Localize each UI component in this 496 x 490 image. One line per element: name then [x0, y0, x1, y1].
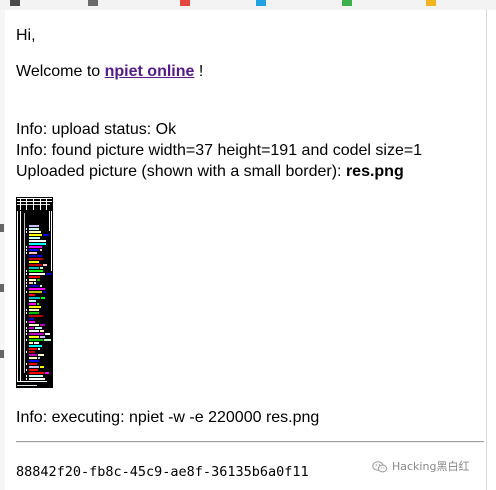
separator — [16, 441, 484, 443]
bookmark-favicon-icon — [342, 0, 352, 6]
greeting: Hi, — [16, 27, 36, 44]
welcome-prefix: Welcome to — [16, 63, 105, 80]
program-output: 88842f20-fb8c-45c9-ae8f-36135b6a0f11 — [16, 464, 309, 480]
edge-glyph — [0, 284, 4, 292]
browser-bookmarks-bar-clipped — [0, 0, 496, 10]
edge-glyph — [0, 350, 4, 358]
wechat-icon — [372, 461, 388, 473]
info-picture-dimensions: Info: found picture width=37 height=191 … — [16, 142, 423, 159]
piet-program-image — [16, 197, 53, 388]
info-upload-status: Info: upload status: Ok — [16, 121, 177, 138]
bookmark-favicon-icon — [426, 0, 436, 6]
watermark: Hacking黑白红 — [372, 458, 469, 476]
watermark-text: Hacking黑白红 — [392, 460, 470, 473]
welcome-line: Welcome to npiet online ! — [16, 62, 203, 82]
bookmark-favicon-icon — [88, 0, 98, 6]
bookmark-favicon-icon — [10, 0, 20, 6]
uploaded-label: Uploaded picture (shown with a small bor… — [16, 163, 346, 180]
npiet-online-link[interactable]: npiet online — [105, 63, 195, 80]
adjacent-window-edge — [0, 10, 5, 490]
uploaded-picture-thumbnail — [16, 197, 53, 388]
uploaded-filename: res.png — [345, 163, 404, 180]
edge-glyph — [0, 224, 4, 232]
window-edge-rule — [486, 10, 487, 490]
bookmark-favicon-icon — [256, 0, 266, 6]
welcome-suffix: ! — [194, 63, 204, 80]
bookmark-favicon-icon — [180, 0, 190, 6]
uploaded-picture-line: Uploaded picture (shown with a small bor… — [16, 162, 404, 182]
info-executing: Info: executing: npiet -w -e 220000 res.… — [16, 409, 320, 426]
